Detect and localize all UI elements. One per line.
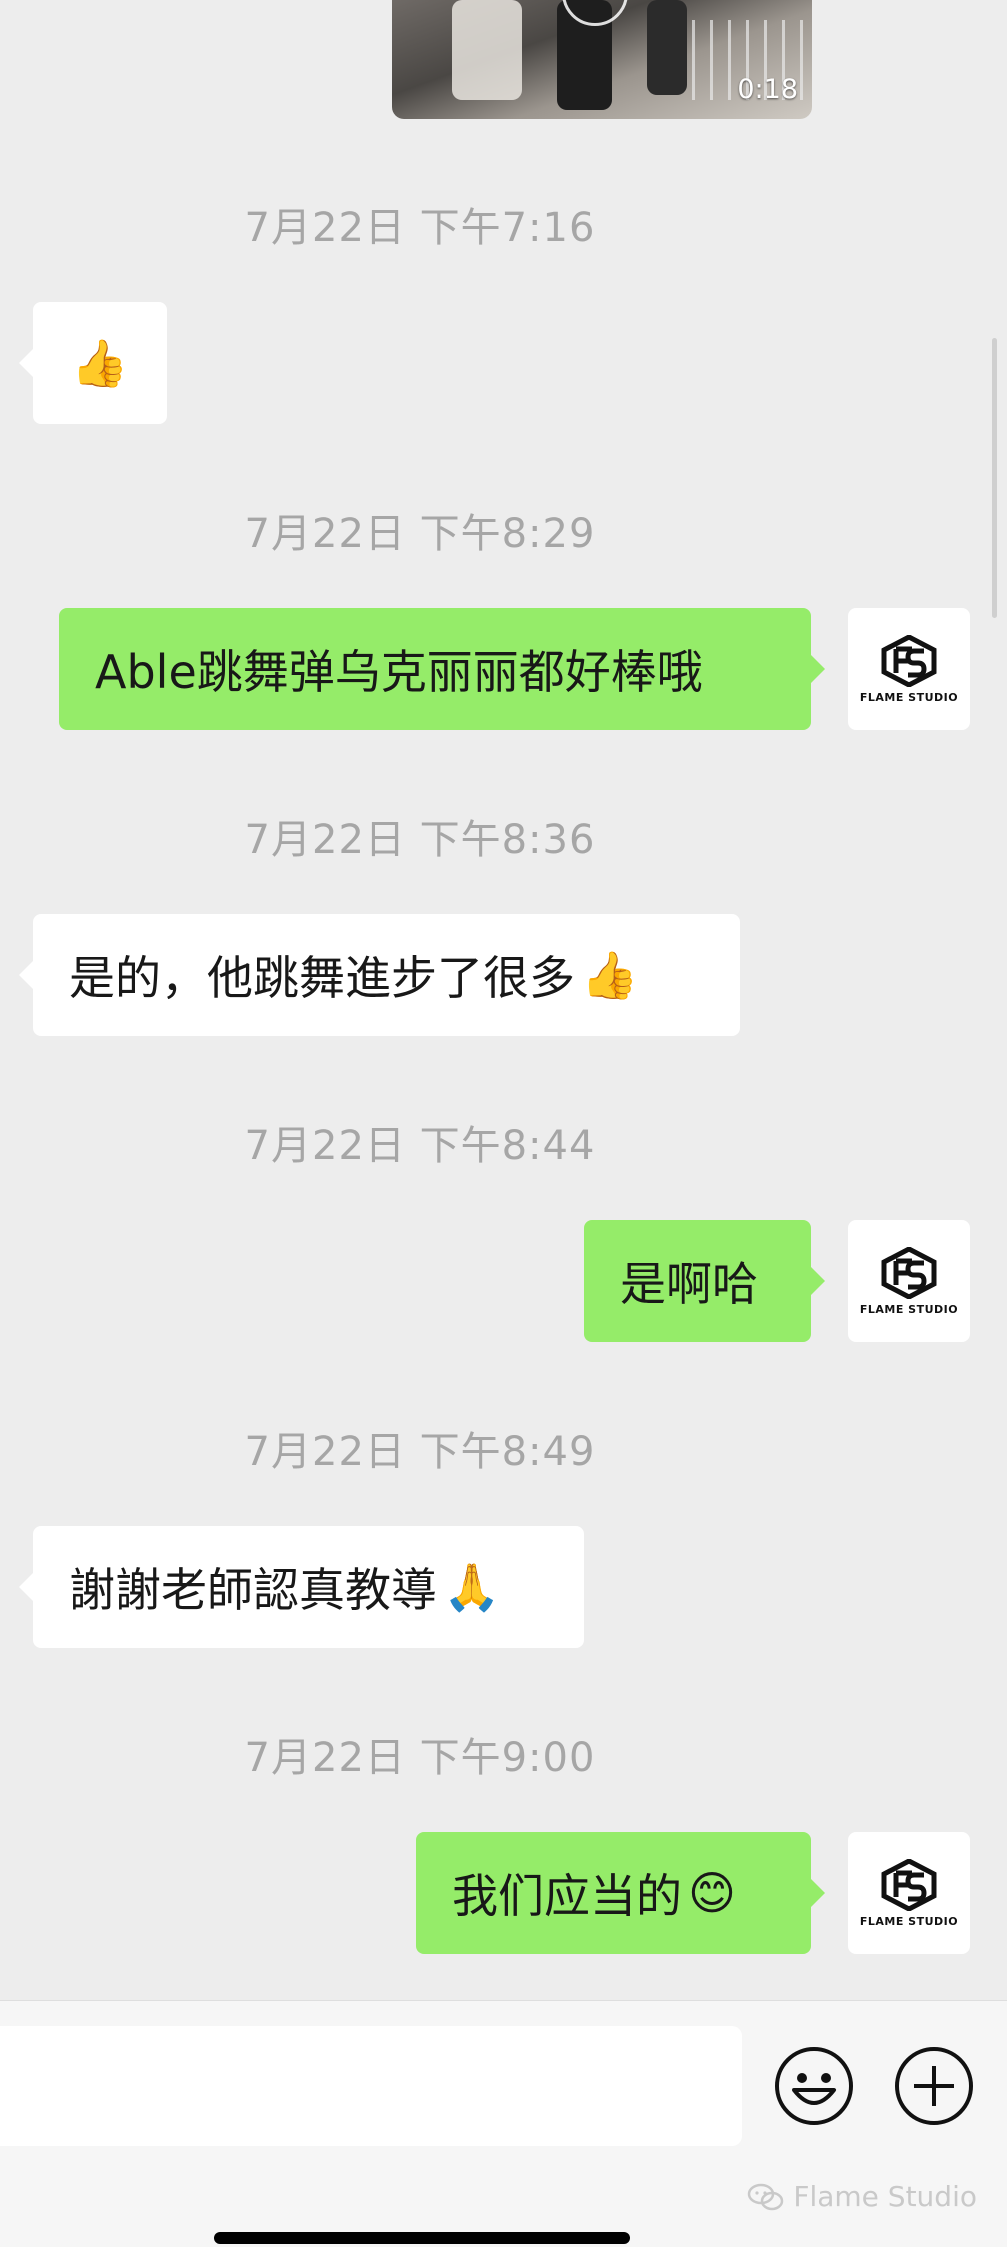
avatar-label: FLAME STUDIO: [859, 1302, 959, 1316]
message-bubble-received[interactable]: 謝謝老師認真教導 🙏: [19, 1526, 584, 1648]
plus-circle-icon[interactable]: [894, 2046, 974, 2126]
message-bubble-sent[interactable]: Able跳舞弹乌克丽丽都好棒哦: [59, 608, 825, 730]
avatar-label: FLAME STUDIO: [859, 1914, 959, 1928]
flame-studio-logo-icon: [881, 634, 937, 687]
smiley-face-icon[interactable]: [774, 2046, 854, 2126]
message-bubble-sent[interactable]: 是啊哈: [584, 1220, 825, 1342]
message-timestamp: 7月22日 下午8:49: [244, 1429, 596, 1475]
scrollbar[interactable]: [992, 338, 997, 618]
avatar[interactable]: FLAME STUDIO: [848, 608, 970, 730]
message-timestamp: 7月22日 下午8:36: [244, 817, 596, 863]
message-timestamp: 7月22日 下午7:16: [244, 205, 596, 251]
avatar[interactable]: FLAME STUDIO: [848, 1220, 970, 1342]
flame-studio-logo-icon: [881, 1858, 937, 1911]
message-bubble-sent[interactable]: 我们应当的 😊: [416, 1832, 825, 1954]
message-text: 是的，他跳舞進步了很多: [69, 951, 575, 1005]
watermark: Flame Studio: [747, 2180, 977, 2213]
smiling-face-icon: 😊: [688, 1866, 736, 1920]
home-indicator[interactable]: [214, 2232, 630, 2244]
video-duration: 0:18: [737, 74, 798, 105]
message-text: 是啊哈: [620, 1257, 758, 1311]
video-message-thumbnail[interactable]: 0:18: [392, 0, 812, 119]
message-input[interactable]: [0, 2026, 742, 2146]
avatar-label: FLAME STUDIO: [859, 690, 959, 704]
message-text: 謝謝老師認真教導: [69, 1563, 437, 1617]
avatar[interactable]: FLAME STUDIO: [848, 1832, 970, 1954]
message-timestamp: 7月22日 下午8:44: [244, 1123, 596, 1169]
wechat-icon: [748, 2183, 784, 2210]
thumbs-up-icon: 👍: [581, 947, 639, 1002]
message-timestamp: 7月22日 下午9:00: [244, 1735, 596, 1781]
watermark-text: Flame Studio: [793, 2180, 977, 2213]
message-bubble-received[interactable]: 是的，他跳舞進步了很多 👍: [19, 914, 740, 1036]
message-text: Able跳舞弹乌克丽丽都好棒哦: [95, 645, 703, 699]
thumbs-up-icon: 👍: [71, 335, 129, 390]
folded-hands-icon: 🙏: [443, 1559, 501, 1614]
message-timestamp: 7月22日 下午8:29: [244, 511, 596, 557]
message-bubble-received[interactable]: 👍: [19, 302, 167, 424]
flame-studio-logo-icon: [881, 1246, 937, 1299]
message-text: 我们应当的: [452, 1869, 682, 1923]
